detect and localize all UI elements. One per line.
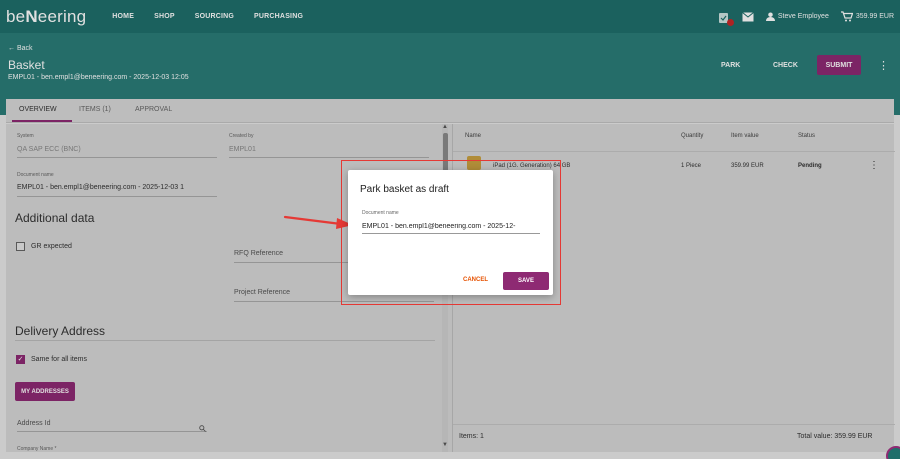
park-basket-dialog: Park basket as draft Document name CANCE… — [348, 170, 553, 295]
cancel-button[interactable]: CANCEL — [463, 277, 488, 283]
save-button[interactable]: SAVE — [503, 272, 549, 290]
dialog-title: Park basket as draft — [360, 184, 449, 195]
dialog-document-name-label: Document name — [362, 210, 399, 216]
annotation-arrow-icon — [283, 215, 353, 229]
assistant-avatar[interactable] — [886, 446, 900, 459]
dialog-document-name-input[interactable] — [362, 220, 540, 234]
